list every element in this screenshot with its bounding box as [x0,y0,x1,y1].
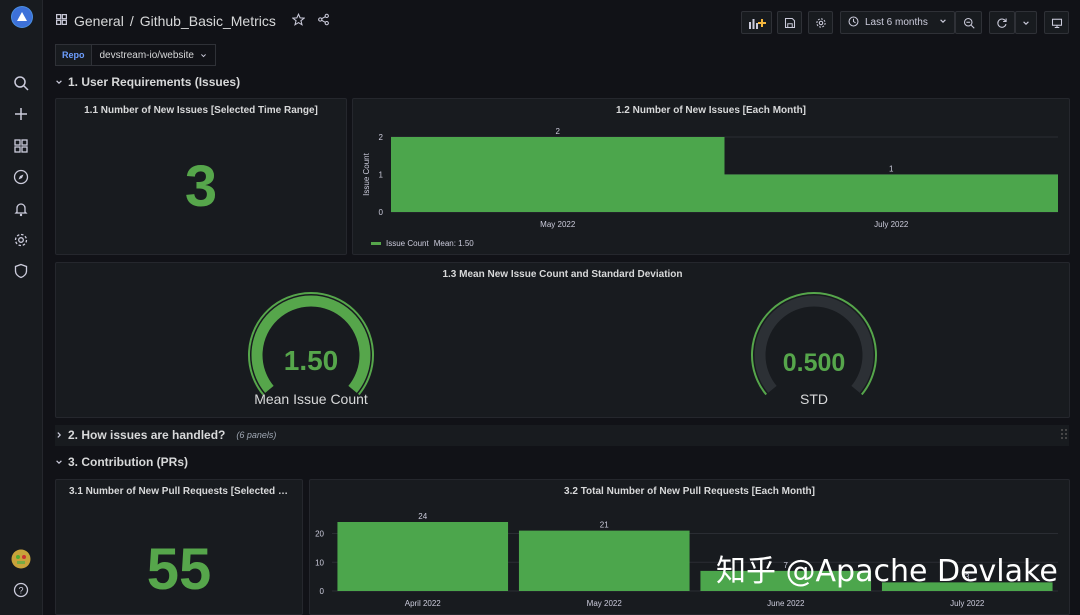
gauges-svg [248,292,877,396]
bar [391,137,725,212]
legend-series-name: Issue Count [386,239,429,248]
gauge-value-mean: 1.50 [283,345,339,376]
panel-new-prs-stat[interactable]: 3.1 Number of New Pull Requests [Selecte… [55,479,303,615]
bar [337,522,509,591]
add-panel-button[interactable] [741,11,772,34]
svg-text:?: ? [18,586,23,596]
y-tick-label: 1 [379,171,384,180]
panel-title: 1.1 Number of New Issues [Selected Time … [84,105,318,116]
x-tick-label: July 2022 [874,220,909,229]
watermark: 知乎 @Apache Devlake [716,554,1058,589]
y-tick-label: 0 [379,208,384,217]
zoom-out-button[interactable] [955,11,982,34]
help-icon[interactable]: ? [11,580,31,600]
template-variable-repo: Repo devstream-io/website [55,44,216,66]
chevron-down-icon [56,460,62,465]
breadcrumb-separator: / [129,13,134,29]
bar-data-label: 21 [600,521,609,530]
y-tick-label: 2 [379,133,384,142]
x-tick-label: June 2022 [767,599,805,608]
share-icon[interactable] [317,13,330,29]
panel-new-issues-monthly[interactable]: 1.2 Number of New Issues [Each Month] 01… [352,98,1070,255]
gauge-label-std: STD [800,391,828,407]
drag-handle-icon[interactable] [1060,428,1068,447]
row-title: 1. User Requirements (Issues) [68,75,241,89]
stat-value: 55 [146,537,212,602]
time-range-label: Last 6 months [865,17,928,28]
panel-mean-std-gauges[interactable]: 1.3 Mean New Issue Count and Standard De… [55,262,1070,418]
row-user-requirements[interactable]: 1. User Requirements (Issues) [55,75,240,89]
bar [518,530,690,591]
panel-new-issues-stat[interactable]: 1.1 Number of New Issues [Selected Time … [55,98,347,255]
y-tick-label: 10 [315,558,324,567]
panel-title: 3.1 Number of New Pull Requests [Selecte… [69,486,295,497]
bar-chart: 0 1 2 Issue Count 2 May 2022 1 July 2022 [362,127,1058,229]
star-icon[interactable] [291,12,306,29]
top-navbar: General / Github_Basic_Metrics Last 6 mo… [43,0,1080,44]
refresh-button[interactable] [989,11,1015,34]
variable-select[interactable]: devstream-io/website [91,44,216,66]
bar-data-label: 2 [556,127,561,136]
bar [724,174,1058,212]
dashboards-icon[interactable] [11,136,31,156]
chevron-down-icon [201,53,206,57]
row-title: 2. How issues are handled? [68,428,226,442]
explore-compass-icon[interactable] [11,167,31,187]
chart-legend[interactable]: Issue Count Mean: 1.50 [371,239,474,248]
row-how-issues-handled[interactable]: 2. How issues are handled? (6 panels) [55,428,276,442]
variable-value: devstream-io/website [99,49,194,61]
breadcrumb: General / Github_Basic_Metrics [55,12,330,29]
gauge-label-mean: Mean Issue Count [254,391,368,407]
variable-label: Repo [55,44,92,66]
breadcrumb-folder[interactable]: General [74,13,124,29]
stat-value: 3 [184,154,218,219]
time-range-picker[interactable]: Last 6 months [840,11,955,34]
avatar[interactable] [11,549,31,569]
gauge-value-std: 0.500 [782,349,846,377]
grafana-logo-icon[interactable] [11,6,33,28]
bar-data-label: 1 [889,165,894,174]
bell-alerting-icon[interactable] [11,199,31,219]
x-tick-label: April 2022 [405,599,442,608]
chevron-right-icon [57,432,62,438]
x-tick-label: May 2022 [540,220,576,229]
chevron-down-icon [56,80,62,85]
row-contribution-prs[interactable]: 3. Contribution (PRs) [55,455,188,469]
row-panel-count: (6 panels) [236,430,277,440]
dashboards-grid-icon [55,13,68,29]
chevron-down-icon [1023,20,1029,25]
clock-icon [848,16,859,30]
shield-icon[interactable] [11,261,31,281]
sidebar: ? [0,0,43,615]
x-tick-label: July 2022 [950,599,985,608]
tv-mode-button[interactable] [1044,11,1069,34]
y-axis-label: Issue Count [362,152,371,195]
save-dashboard-button[interactable] [777,11,802,34]
y-tick-label: 0 [320,587,325,596]
x-tick-label: May 2022 [587,599,623,608]
gear-icon[interactable] [11,230,31,250]
search-icon[interactable] [11,73,31,93]
row-title: 3. Contribution (PRs) [68,455,188,469]
chevron-down-icon [939,17,947,28]
breadcrumb-dashboard-title[interactable]: Github_Basic_Metrics [140,13,276,29]
legend-swatch [371,242,381,245]
refresh-interval-dropdown[interactable] [1015,11,1037,34]
y-tick-label: 20 [315,530,324,539]
plus-icon[interactable] [11,104,31,124]
dashboard-settings-button[interactable] [808,11,833,34]
legend-mean: Mean: 1.50 [433,239,474,248]
bar-data-label: 24 [418,512,427,521]
